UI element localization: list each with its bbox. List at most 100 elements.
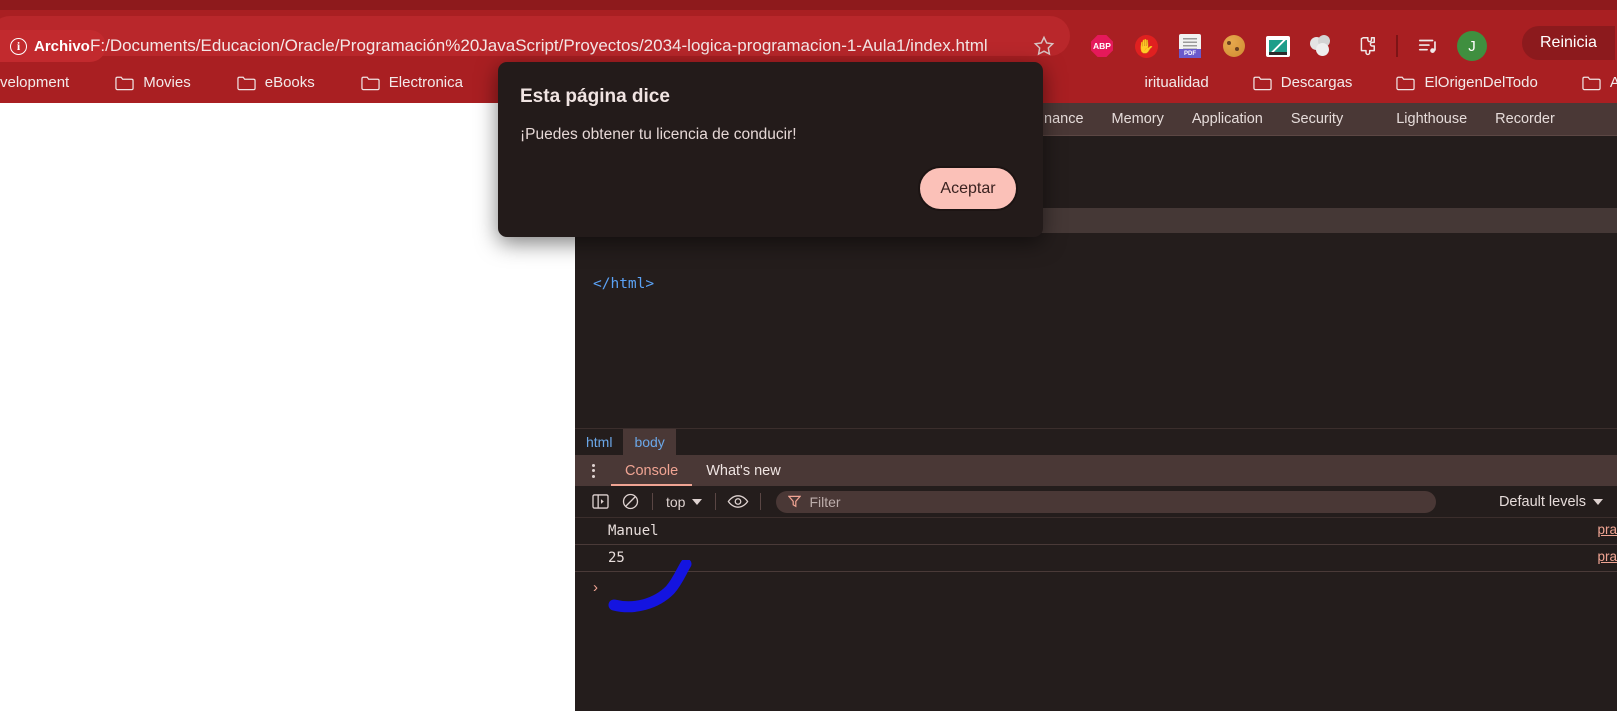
- dialog-message: ¡Puedes obtener tu licencia de conducir!: [520, 126, 797, 143]
- javascript-alert-dialog: Esta página dice ¡Puedes obtener tu lice…: [498, 62, 1043, 237]
- stop-hand-glyph: ✋: [1134, 34, 1158, 58]
- bookmark-label: Movies: [143, 74, 191, 91]
- console-levels-label: Default levels: [1498, 493, 1586, 510]
- folder-icon: [237, 76, 256, 90]
- clear-console-glyph: [622, 493, 638, 510]
- toolbar-divider: [1396, 35, 1398, 57]
- page-viewport: [0, 103, 575, 711]
- console-sidebar-toggle-icon[interactable]: [585, 486, 615, 518]
- console-output: Manuel pra 25 pra ›: [575, 518, 1617, 711]
- bookmark-label: velopment: [0, 74, 70, 91]
- folder-icon: [1253, 76, 1272, 90]
- avatar: J: [1457, 31, 1487, 61]
- bookmark-item[interactable]: Movies: [103, 69, 203, 96]
- breadcrumb-body[interactable]: body: [623, 429, 676, 455]
- dialog-accept-label: Aceptar: [940, 179, 996, 197]
- bookmark-label: ElOrigenDelTodo: [1424, 74, 1538, 91]
- console-filter-input[interactable]: Filter: [776, 490, 1437, 513]
- tab-security[interactable]: Security: [1277, 103, 1357, 135]
- star-icon: [1033, 35, 1055, 56]
- bookmark-item[interactable]: Auto: [1570, 69, 1617, 96]
- browser-toolbar: i Archivo F:/Documents/Educacion/Oracle/…: [0, 10, 1617, 62]
- dom-closing-tag[interactable]: </html>: [593, 276, 654, 292]
- console-message: 25: [608, 550, 625, 566]
- console-filter-placeholder: Filter: [809, 493, 841, 510]
- tab-application[interactable]: Application: [1178, 103, 1277, 135]
- toolbar-divider: [760, 493, 762, 510]
- console-toolbar: top Filter Default levels: [575, 486, 1617, 518]
- tab-strip-edge: [0, 0, 1617, 10]
- restart-browser-button[interactable]: Reinicia: [1522, 26, 1615, 60]
- bookmark-star-button[interactable]: [1026, 28, 1062, 64]
- more-options-icon[interactable]: [575, 455, 611, 486]
- cookie-glyph: [1223, 35, 1245, 57]
- execution-context-value: top: [666, 493, 686, 510]
- console-source-link[interactable]: pra: [1597, 549, 1617, 564]
- prompt-chevron-icon: ›: [593, 578, 598, 596]
- bookmark-item[interactable]: eBooks: [225, 69, 327, 96]
- bookmark-label: iritualidad: [1144, 74, 1209, 91]
- restart-label: Reinicia: [1540, 34, 1597, 51]
- tab-memory[interactable]: Memory: [1098, 103, 1178, 135]
- toolbar-divider: [652, 493, 653, 510]
- mail-glyph: [1266, 35, 1290, 57]
- url-text[interactable]: F:/Documents/Educacion/Oracle/Programaci…: [90, 30, 988, 62]
- live-expression-eye-icon[interactable]: [723, 486, 753, 518]
- bookmark-item[interactable]: iritualidad: [1133, 69, 1221, 96]
- chevron-down-icon: [692, 498, 703, 505]
- bookmark-item[interactable]: Descargas: [1241, 69, 1365, 96]
- media-playlist-icon[interactable]: [1406, 28, 1450, 64]
- info-icon: i: [10, 37, 27, 55]
- bookmark-label: Descargas: [1280, 74, 1353, 91]
- bookmark-label: Auto: [1609, 74, 1617, 91]
- mail-checker-icon[interactable]: [1256, 28, 1300, 64]
- origin-chip-label: Archivo: [34, 37, 90, 55]
- blob-extension-icon[interactable]: [1300, 28, 1344, 64]
- profile-avatar-button[interactable]: J: [1450, 28, 1494, 64]
- console-prompt[interactable]: ›: [575, 572, 1617, 602]
- stop-hand-icon[interactable]: ✋: [1124, 28, 1168, 64]
- console-source-link[interactable]: pra: [1597, 522, 1617, 537]
- eye-glyph: [728, 495, 749, 508]
- folder-icon: [1396, 76, 1416, 90]
- pdf-label: PDF: [1179, 49, 1201, 58]
- folder-icon: [1582, 76, 1601, 90]
- breadcrumb-html[interactable]: html: [575, 429, 623, 455]
- pdf-tool-icon[interactable]: PDF: [1168, 28, 1212, 64]
- dialog-title: Esta página dice: [520, 86, 670, 107]
- execution-context-select[interactable]: top: [660, 494, 708, 510]
- dom-breadcrumb: html body: [575, 428, 1617, 455]
- console-row[interactable]: 25 pra: [575, 545, 1617, 572]
- chevron-down-icon: [1593, 498, 1603, 505]
- extensions-row: ABP ✋ PDF J: [1080, 28, 1494, 64]
- toolbar-divider: [715, 493, 717, 510]
- bookmark-item[interactable]: velopment: [0, 69, 81, 96]
- sidebar-panel-glyph: [591, 494, 609, 509]
- tab-whats-new[interactable]: What's new: [692, 455, 795, 486]
- console-levels-select[interactable]: Default levels: [1499, 494, 1603, 510]
- pdf-glyph: PDF: [1179, 34, 1201, 58]
- bookmark-label: eBooks: [264, 74, 315, 91]
- tab-console[interactable]: Console: [611, 455, 693, 486]
- adblock-plus-glyph: ABP: [1091, 35, 1113, 57]
- console-message: Manuel: [608, 523, 659, 539]
- puzzle-glyph: [1360, 37, 1375, 56]
- console-row[interactable]: Manuel pra: [575, 518, 1617, 545]
- tab-lighthouse[interactable]: Lighthouse: [1382, 103, 1481, 135]
- console-drawer-tabbar: Console What's new: [575, 455, 1617, 486]
- bookmark-item[interactable]: Electronica: [349, 69, 475, 96]
- playlist-glyph: [1418, 39, 1436, 53]
- blob-glyph: [1310, 35, 1334, 57]
- browser-window: i Archivo F:/Documents/Educacion/Oracle/…: [0, 0, 1617, 711]
- folder-icon: [361, 76, 380, 90]
- adblock-plus-icon[interactable]: ABP: [1080, 28, 1124, 64]
- clear-console-icon[interactable]: [615, 486, 645, 518]
- bookmark-label: Electronica: [388, 74, 463, 91]
- cookie-editor-icon[interactable]: [1212, 28, 1256, 64]
- tab-recorder[interactable]: Recorder: [1481, 103, 1569, 135]
- dialog-accept-button[interactable]: Aceptar: [918, 166, 1018, 211]
- bookmark-item[interactable]: ElOrigenDelTodo: [1384, 69, 1549, 96]
- extensions-puzzle-icon[interactable]: [1344, 28, 1388, 64]
- filter-icon: [788, 495, 802, 508]
- folder-icon: [115, 76, 134, 90]
